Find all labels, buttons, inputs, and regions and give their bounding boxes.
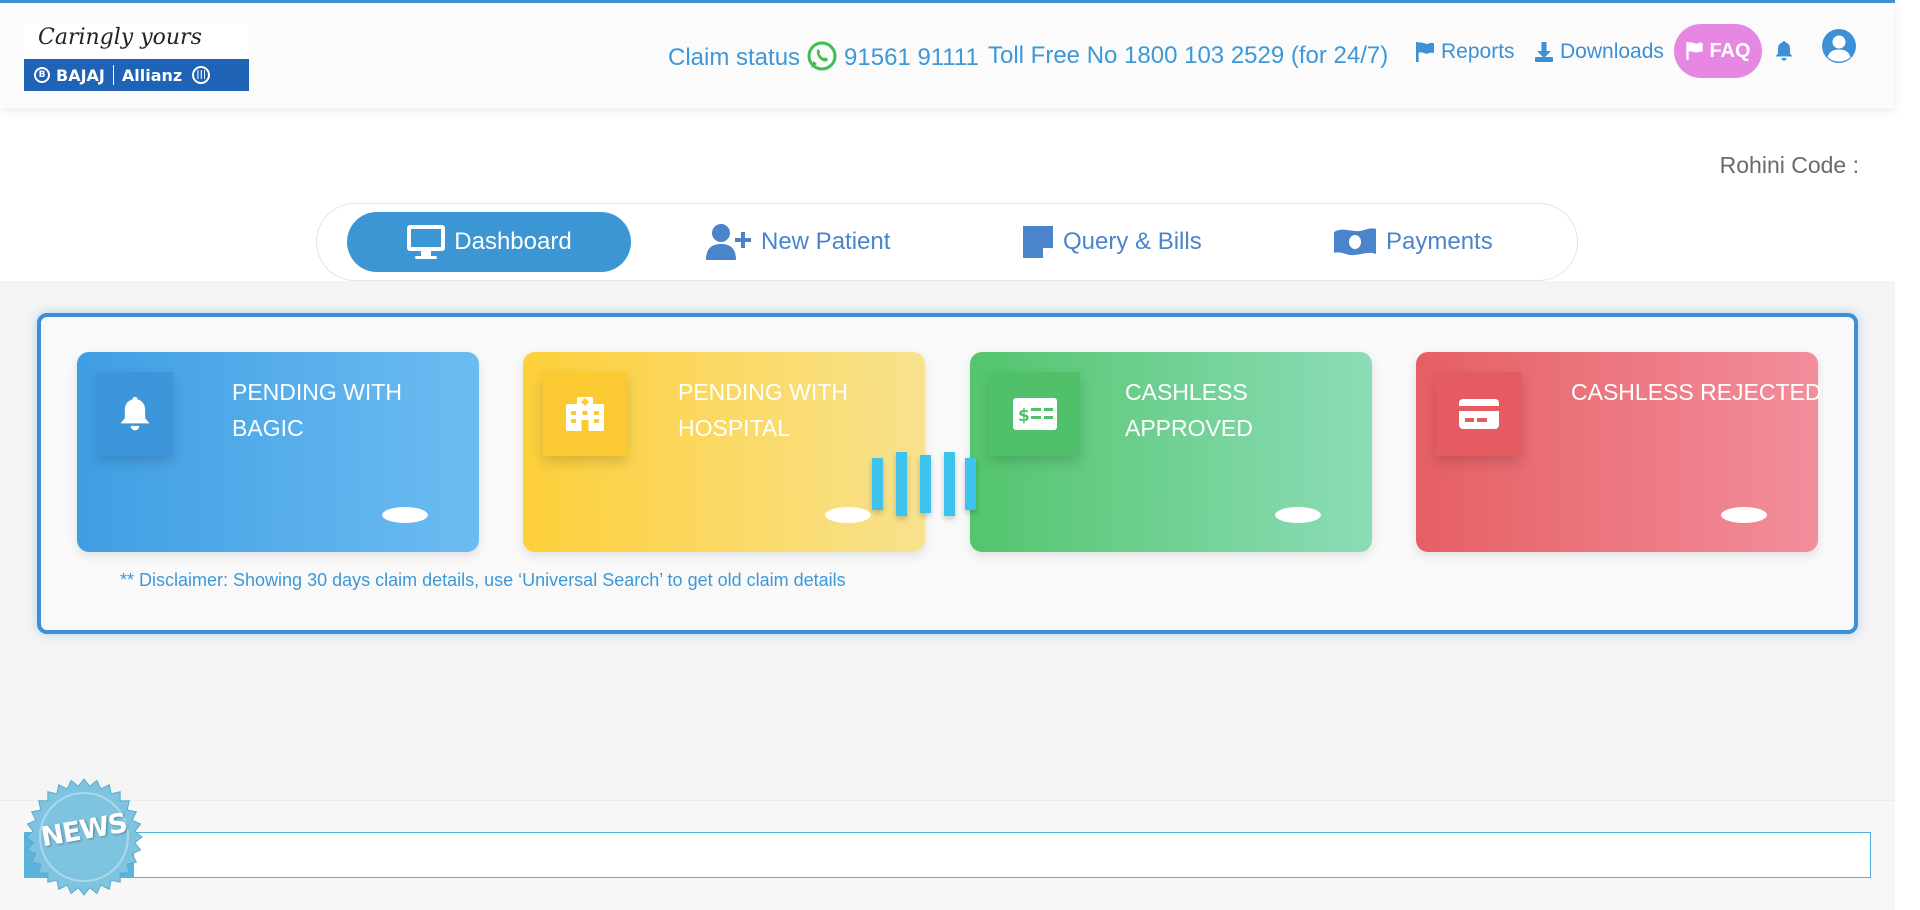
news-ticker — [24, 832, 1871, 878]
bajaj-mark-icon: B — [34, 67, 50, 83]
card-title: CASHLESS APPROVED — [1125, 379, 1253, 441]
loader-bar — [872, 458, 883, 510]
card-title: PENDING WITH HOSPITAL — [678, 379, 848, 441]
claim-phone-number: 91561 91111 — [844, 44, 979, 71]
card-icon-box — [1436, 372, 1522, 456]
loader-bar — [944, 452, 955, 516]
logo-tagline: Caringly yours — [24, 23, 249, 57]
download-icon — [1535, 42, 1553, 62]
monitor-icon — [407, 225, 446, 259]
disclaimer-text: ** Disclaimer: Showing 30 days claim det… — [120, 570, 846, 590]
tab-payments[interactable]: Payments — [1332, 212, 1493, 272]
bell-icon — [120, 397, 150, 431]
card-count-badge — [382, 507, 428, 523]
card-title: CASHLESS REJECTED — [1571, 379, 1822, 405]
reports-link[interactable]: Reports — [1415, 40, 1515, 64]
tab-payments-label: Payments — [1386, 228, 1493, 255]
tab-new-patient[interactable]: New Patient — [705, 212, 890, 272]
card-pending-with-bagic[interactable]: PENDING WITH BAGIC — [77, 352, 479, 552]
user-plus-icon — [706, 224, 751, 260]
loader-bar — [896, 452, 907, 516]
allianz-mark-icon: ||| — [192, 66, 211, 84]
loading-spinner — [872, 452, 976, 516]
tab-query-bills-label: Query & Bills — [1063, 228, 1202, 255]
card-count-badge — [825, 507, 871, 523]
faq-label: FAQ — [1709, 39, 1751, 62]
card-icon-box — [97, 372, 173, 456]
tab-new-patient-label: New Patient — [761, 228, 891, 255]
sticky-note-icon — [1023, 226, 1053, 258]
card-title: PENDING WITH BAGIC — [232, 379, 402, 441]
claim-status-label: Claim status — [668, 44, 801, 71]
card-pending-with-hospital[interactable]: PENDING WITH HOSPITAL — [523, 352, 925, 552]
tab-dashboard-label: Dashboard — [454, 228, 572, 255]
hospital-icon — [566, 397, 604, 431]
bajaj-allianz-logo[interactable]: Caringly yours B BAJAJ Allianz ||| — [24, 23, 249, 91]
notification-bell-icon[interactable] — [1774, 40, 1794, 62]
money-check-icon: $ — [1013, 398, 1057, 430]
tab-dashboard[interactable]: Dashboard — [347, 212, 631, 272]
card-cashless-rejected[interactable]: CASHLESS REJECTED — [1416, 352, 1822, 552]
card-icon-box: $ — [990, 372, 1080, 456]
downloads-label: Downloads — [1560, 40, 1664, 63]
loader-bar — [920, 455, 931, 513]
card-count-badge — [1275, 507, 1321, 523]
logo-brand-bar: B BAJAJ Allianz ||| — [24, 59, 249, 91]
downloads-link[interactable]: Downloads — [1534, 40, 1664, 64]
logo-brand-left: BAJAJ — [56, 65, 105, 85]
credit-card-icon — [1459, 399, 1499, 429]
reports-label: Reports — [1441, 40, 1515, 63]
card-count-badge — [1721, 507, 1767, 523]
logo-divider — [112, 65, 114, 85]
money-bill-icon — [1334, 228, 1376, 256]
rohini-code-label: Rohini Code : — [1719, 152, 1859, 178]
user-circle-icon[interactable] — [1821, 28, 1857, 64]
loader-bar — [965, 458, 976, 510]
flag-icon — [1416, 42, 1434, 62]
flag-icon — [1686, 41, 1704, 61]
faq-button[interactable]: FAQ — [1674, 24, 1762, 78]
svg-text:$: $ — [1018, 406, 1030, 426]
main-tab-bar: Dashboard New Patient Query & Bills Paym… — [316, 203, 1578, 281]
whatsapp-icon — [807, 41, 837, 71]
logo-brand-right: Allianz — [121, 65, 183, 85]
card-cashless-approved[interactable]: $ CASHLESS APPROVED — [970, 352, 1372, 552]
toll-free-number: Toll Free No 1800 103 2529 (for 24/7) — [988, 42, 1389, 69]
tab-query-bills[interactable]: Query & Bills — [1021, 212, 1202, 272]
claim-status: Claim status 91561 91111 — [668, 41, 979, 74]
card-icon-box — [543, 372, 627, 456]
